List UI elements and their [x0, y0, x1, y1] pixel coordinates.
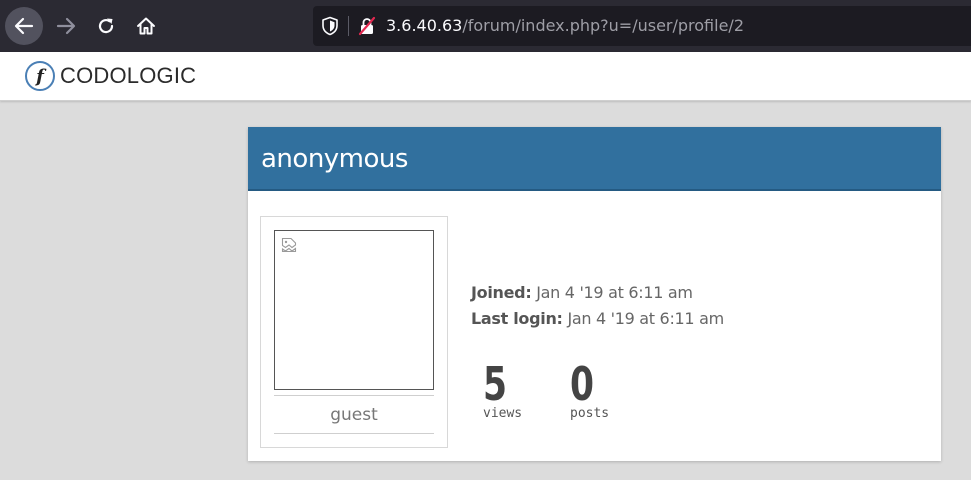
- profile-header: anonymous: [248, 127, 941, 191]
- site-header: f CODOLOGIC: [0, 52, 971, 101]
- last-login-info: Last login: Jan 4 '19 at 6:11 am: [471, 308, 724, 330]
- last-login-value: Jan 4 '19 at 6:11 am: [567, 309, 724, 328]
- home-button[interactable]: [127, 7, 165, 45]
- posts-count: 0: [570, 357, 595, 411]
- avatar: [274, 230, 434, 390]
- logo-text[interactable]: CODOLOGIC: [60, 63, 196, 89]
- url-host: 3.6.40.63: [386, 16, 463, 35]
- profile-username: anonymous: [261, 144, 408, 174]
- url-text[interactable]: 3.6.40.63/forum/index.php?u=/user/profil…: [386, 16, 744, 36]
- back-arrow-icon: [14, 17, 34, 35]
- user-role: guest: [330, 405, 378, 425]
- stat-views: 5 views: [483, 359, 522, 422]
- views-count: 5: [483, 357, 508, 411]
- profile-card: anonymous guest Joined: Jan 4 '19 at 6:1…: [248, 127, 941, 461]
- logo-letter: f: [36, 65, 44, 87]
- joined-info: Joined: Jan 4 '19 at 6:11 am: [471, 282, 693, 304]
- browser-toolbar: 3.6.40.63/forum/index.php?u=/user/profil…: [0, 0, 971, 52]
- avatar-divider: [274, 433, 434, 434]
- forward-button[interactable]: [47, 7, 85, 45]
- reload-button[interactable]: [87, 7, 125, 45]
- shield-icon[interactable]: [321, 16, 339, 36]
- address-bar[interactable]: 3.6.40.63/forum/index.php?u=/user/profil…: [313, 6, 971, 46]
- joined-label: Joined:: [471, 283, 532, 302]
- broken-image-icon: [281, 237, 297, 253]
- address-bar-separator: [348, 16, 349, 36]
- insecure-lock-icon[interactable]: [357, 16, 377, 36]
- avatar-divider: [274, 395, 434, 396]
- logo-icon[interactable]: f: [25, 61, 55, 91]
- reload-icon: [98, 18, 114, 34]
- last-login-label: Last login:: [471, 309, 563, 328]
- stat-posts: 0 posts: [570, 359, 609, 422]
- home-icon: [137, 17, 155, 35]
- forward-arrow-icon: [56, 17, 76, 35]
- back-button[interactable]: [5, 7, 43, 45]
- url-path: /forum/index.php?u=/user/profile/2: [462, 16, 744, 35]
- avatar-panel: guest: [260, 216, 448, 448]
- joined-value: Jan 4 '19 at 6:11 am: [536, 283, 693, 302]
